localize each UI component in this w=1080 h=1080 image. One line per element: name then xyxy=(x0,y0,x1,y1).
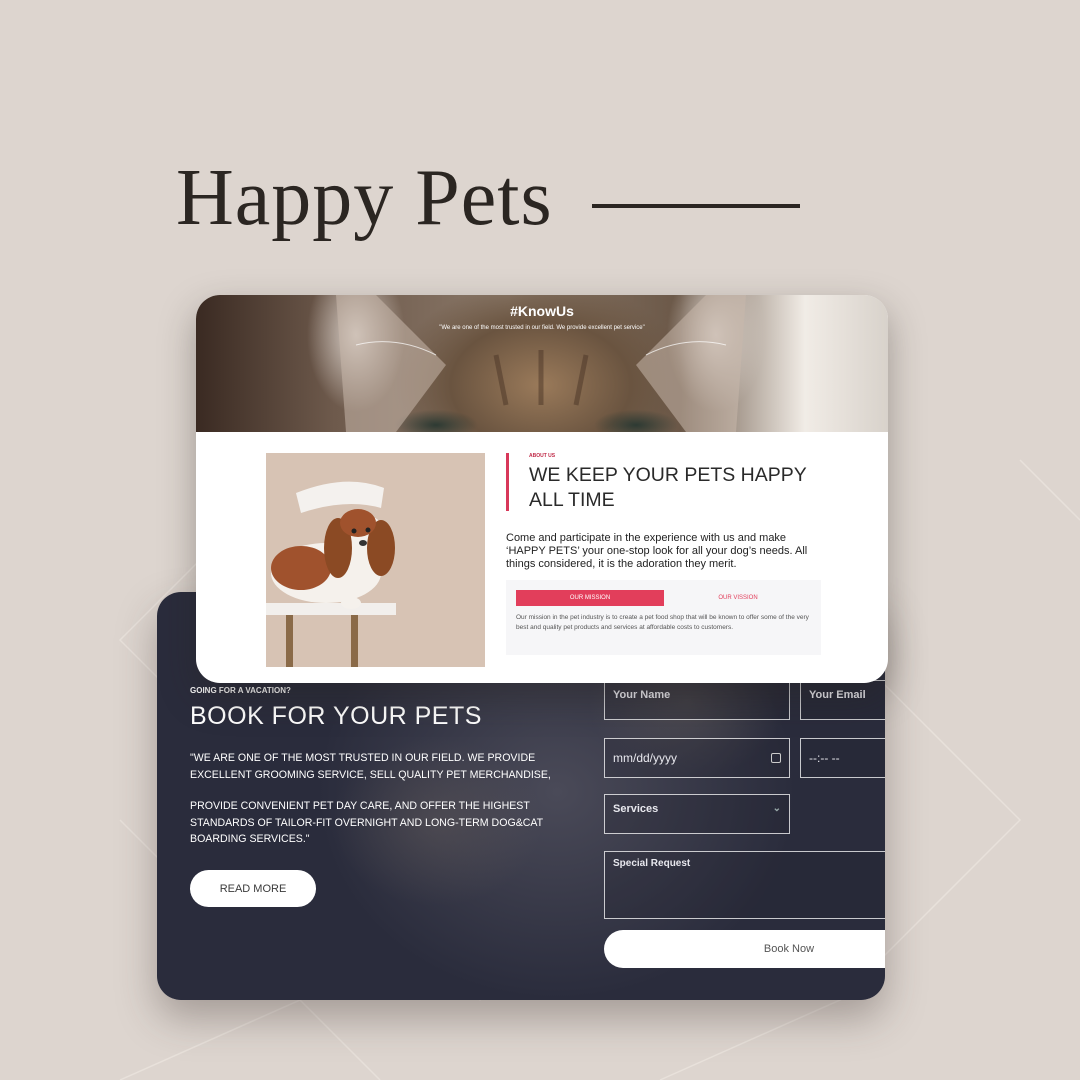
dog-chair-illustration xyxy=(266,481,396,667)
calendar-icon[interactable] xyxy=(771,753,781,763)
read-more-button[interactable]: READ MORE xyxy=(190,870,316,907)
name-placeholder: Your Name xyxy=(613,689,671,701)
special-request-textarea[interactable]: Special Request xyxy=(604,851,885,919)
time-field[interactable]: --:-- -- xyxy=(800,738,885,778)
hero-cat-image: #KnowUs "We are one of the most trusted … xyxy=(196,295,888,432)
tab-our-mission[interactable]: OUR MISSION xyxy=(516,590,664,606)
know-us-title: #KnowUs xyxy=(510,303,574,319)
know-us-card: #KnowUs "We are one of the most trusted … xyxy=(196,295,888,683)
services-label: Services xyxy=(613,803,659,815)
mission-text: Our mission in the pet industry is to cr… xyxy=(516,614,809,631)
email-field[interactable]: Your Email xyxy=(800,680,885,720)
special-request-placeholder: Special Request xyxy=(613,858,691,869)
booking-heading: BOOK FOR YOUR PETS xyxy=(190,702,482,730)
about-label: ABOUT US xyxy=(529,453,556,459)
booking-paragraph-2: provide convenient pet day care, and off… xyxy=(190,800,543,845)
chevron-down-icon: ⌄ xyxy=(772,803,781,814)
date-field[interactable]: mm/dd/yyyy xyxy=(604,738,790,778)
mission-vision-panel: OUR MISSION OUR VISSION Our mission in t… xyxy=(506,580,821,655)
title-divider xyxy=(592,204,800,208)
about-heading: WE KEEP YOUR PETS HAPPY ALL TIME xyxy=(529,464,807,511)
page-title: Happy Pets xyxy=(176,154,553,242)
booking-eyebrow: GOING FOR A VACATION? xyxy=(190,686,291,695)
tab-our-vision[interactable]: OUR VISSION xyxy=(664,590,812,606)
about-description: Come and participate in the experience w… xyxy=(506,532,808,570)
date-placeholder: mm/dd/yyyy xyxy=(613,751,678,765)
services-select[interactable]: Services ⌄ xyxy=(604,794,790,834)
about-accent-bar xyxy=(506,453,509,511)
booking-paragraph-1: "We are one of the most trusted in our f… xyxy=(190,752,551,781)
book-now-button[interactable]: Book Now xyxy=(604,930,885,968)
dog-on-chair-photo xyxy=(266,453,485,667)
email-placeholder: Your Email xyxy=(809,689,866,701)
know-us-subtitle: "We are one of the most trusted in our f… xyxy=(439,325,645,331)
name-field[interactable]: Your Name xyxy=(604,680,790,720)
time-placeholder: --:-- -- xyxy=(809,751,840,765)
